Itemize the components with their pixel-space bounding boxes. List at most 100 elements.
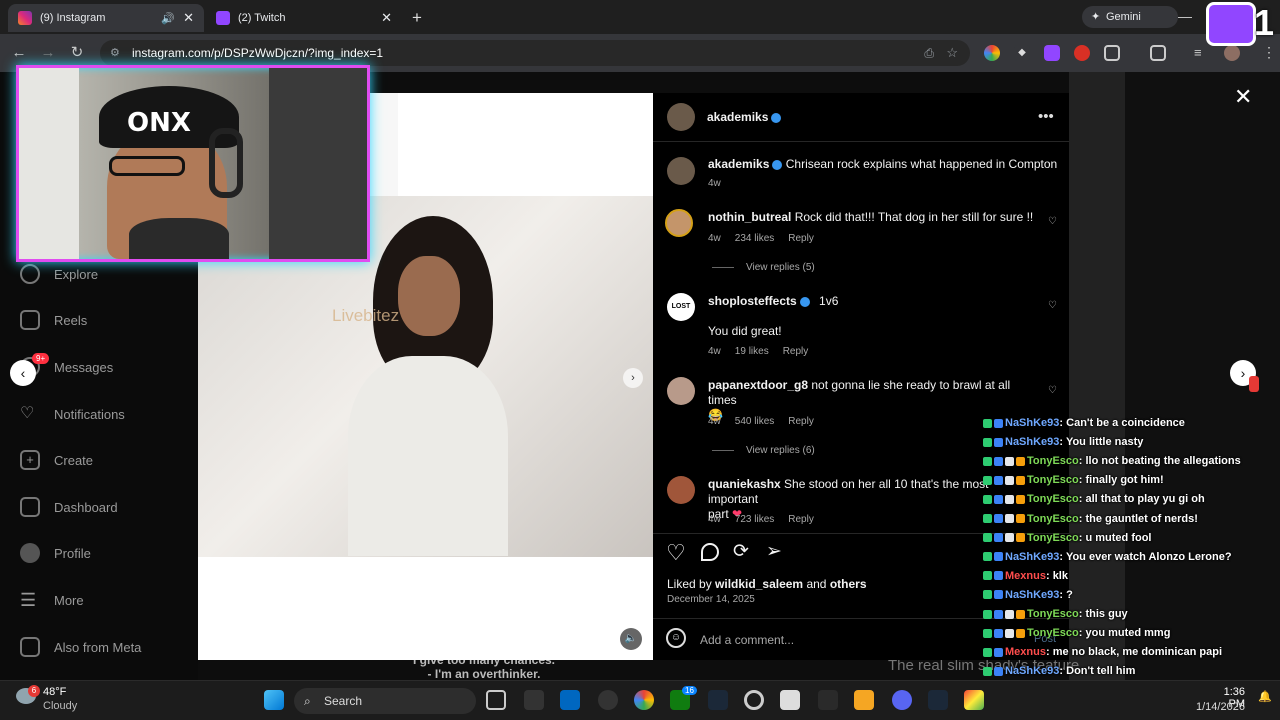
epic-games-icon[interactable] [818, 690, 838, 710]
app-ring-icon[interactable] [744, 690, 764, 710]
weather-desc: Cloudy [43, 700, 78, 712]
address-bar[interactable]: ⚙ instagram.com/p/DSPzWwDjczn/?img_index… [100, 40, 970, 66]
new-tab-button[interactable]: + [412, 8, 422, 28]
taskbar-search[interactable]: ⌕ Search [294, 688, 476, 714]
comment-username[interactable]: nothin_butreal [708, 210, 791, 224]
discord-icon[interactable] [892, 690, 912, 710]
like-comment-heart-icon[interactable]: ♡ [1048, 217, 1058, 227]
comment-avatar[interactable]: LOST [667, 293, 695, 321]
speaker-icon[interactable]: 🔊 [161, 12, 175, 25]
comment-username[interactable]: papanextdoor_g8 [708, 378, 808, 392]
extension-color-icon[interactable] [984, 45, 1000, 61]
gemini-button[interactable]: ✦ Gemini [1082, 6, 1178, 28]
weather-badge: 6 [28, 685, 40, 697]
weather-temp[interactable]: 48°F [43, 686, 66, 698]
install-app-icon[interactable]: ⎙ [924, 40, 934, 66]
clock-date[interactable]: 1/14/2026 [1196, 701, 1245, 713]
notification-bell-icon[interactable]: 🔔 [1258, 690, 1272, 703]
view-replies-button[interactable]: View replies (6) [712, 445, 815, 456]
close-modal-icon[interactable]: ✕ [1234, 84, 1252, 110]
comment-icon[interactable] [701, 543, 719, 561]
profile-avatar-icon[interactable] [1224, 45, 1240, 61]
reply-button[interactable]: Reply [783, 346, 809, 357]
liked-by-user[interactable]: wildkid_saleem [715, 577, 803, 591]
widget-icon[interactable] [524, 690, 544, 710]
comment-avatar[interactable] [667, 476, 695, 504]
sidebar-item-meta[interactable]: Also from Meta [20, 637, 141, 657]
add-comment-input[interactable]: Add a comment... [700, 633, 794, 647]
windows-start-icon[interactable] [264, 690, 284, 710]
dashboard-icon [20, 497, 40, 517]
caption-username[interactable]: akademiks [708, 157, 769, 171]
site-info-icon[interactable]: ⚙ [110, 40, 120, 66]
extension-red-icon[interactable] [1074, 45, 1090, 61]
reload-icon[interactable]: ↻ [68, 44, 86, 62]
back-icon[interactable]: ← [10, 44, 28, 62]
chat-badge-icon [983, 552, 992, 562]
chat-badge-icon [983, 666, 992, 676]
comment-likes[interactable]: 234 likes [735, 233, 774, 244]
reply-button[interactable]: Reply [788, 514, 814, 525]
sidebar-item-more[interactable]: ☰ More [20, 590, 84, 610]
store-icon[interactable] [560, 690, 580, 710]
comment-avatar[interactable] [665, 209, 693, 237]
emoji-icon[interactable]: ☺ [666, 628, 686, 648]
steam-icon[interactable] [708, 690, 728, 710]
chat-username: TonyEsco [1027, 474, 1079, 487]
sidebar-item-explore[interactable]: Explore [20, 264, 98, 284]
forward-icon[interactable]: → [39, 44, 57, 62]
sidebar-item-create[interactable]: + Create [20, 450, 93, 470]
extensions-puzzle-icon[interactable] [1104, 45, 1120, 61]
chat-line: NaShKe93: Don't tell him [983, 665, 1135, 677]
share-icon[interactable]: ➢ [766, 540, 782, 563]
steam-icon[interactable] [928, 690, 948, 710]
task-view-icon[interactable] [486, 690, 506, 710]
tab-instagram[interactable]: (9) Instagram 🔊 ✕ [8, 4, 204, 32]
reading-list-icon[interactable]: ≡ [1194, 45, 1210, 61]
obs-icon[interactable] [598, 690, 618, 710]
previous-post-button[interactable]: ‹ [10, 360, 36, 386]
comment-avatar[interactable] [667, 377, 695, 405]
author-username[interactable]: akademiks [707, 110, 782, 124]
comment-likes[interactable]: 723 likes [735, 514, 774, 525]
reels-icon [20, 310, 40, 330]
bookmark-star-icon[interactable]: ☆ [946, 40, 958, 66]
app-box-icon[interactable] [780, 690, 800, 710]
repost-icon[interactable]: ⟳ [733, 540, 749, 563]
view-replies-label: View replies (6) [746, 445, 815, 456]
reply-button[interactable]: Reply [788, 233, 814, 244]
tab-twitch[interactable]: (2) Twitch ✕ [206, 4, 402, 32]
browser-menu-icon[interactable]: ⋮ [1262, 44, 1276, 61]
rockstar-icon[interactable] [854, 690, 874, 710]
sidebar-item-profile[interactable]: Profile [20, 543, 91, 563]
mute-icon[interactable]: 🔈 [620, 628, 642, 650]
caption-avatar[interactable] [667, 157, 695, 185]
like-heart-icon[interactable]: ♡ [666, 540, 686, 566]
sidebar-item-dashboard[interactable]: Dashboard [20, 497, 118, 517]
close-tab-icon[interactable]: ✕ [183, 10, 194, 26]
minimize-icon[interactable]: — [1178, 8, 1192, 24]
liked-by-others[interactable]: others [830, 577, 867, 591]
reply-button[interactable]: Reply [788, 416, 814, 427]
chat-message: : Don't tell him [1059, 665, 1136, 678]
like-comment-heart-icon[interactable]: ♡ [1048, 301, 1058, 311]
next-image-button[interactable]: › [623, 368, 643, 388]
sidebar-item-notifications[interactable]: ♡ Notifications [20, 404, 125, 424]
comment-likes[interactable]: 540 likes [735, 416, 774, 427]
extension-diamond-icon[interactable]: ◆ [1014, 45, 1030, 61]
comment-username[interactable]: quaniekashx [708, 477, 781, 491]
extension-twitch-icon[interactable] [1044, 45, 1060, 61]
close-tab-icon[interactable]: ✕ [381, 10, 392, 26]
chrome-icon[interactable] [634, 690, 654, 710]
comment-username[interactable]: shoplosteffects [708, 294, 797, 308]
author-avatar[interactable] [667, 103, 695, 131]
chat-badge-icon [994, 628, 1003, 638]
view-replies-button[interactable]: View replies (5) [712, 262, 815, 273]
comment-likes[interactable]: 19 likes [735, 346, 769, 357]
heart-icon: ♡ [20, 405, 35, 422]
side-panel-icon[interactable] [1150, 45, 1166, 61]
sidebar-item-reels[interactable]: Reels [20, 310, 87, 330]
like-comment-heart-icon[interactable]: ♡ [1048, 386, 1058, 396]
game-icon[interactable] [964, 690, 984, 710]
more-options-icon[interactable]: ••• [1038, 108, 1054, 125]
